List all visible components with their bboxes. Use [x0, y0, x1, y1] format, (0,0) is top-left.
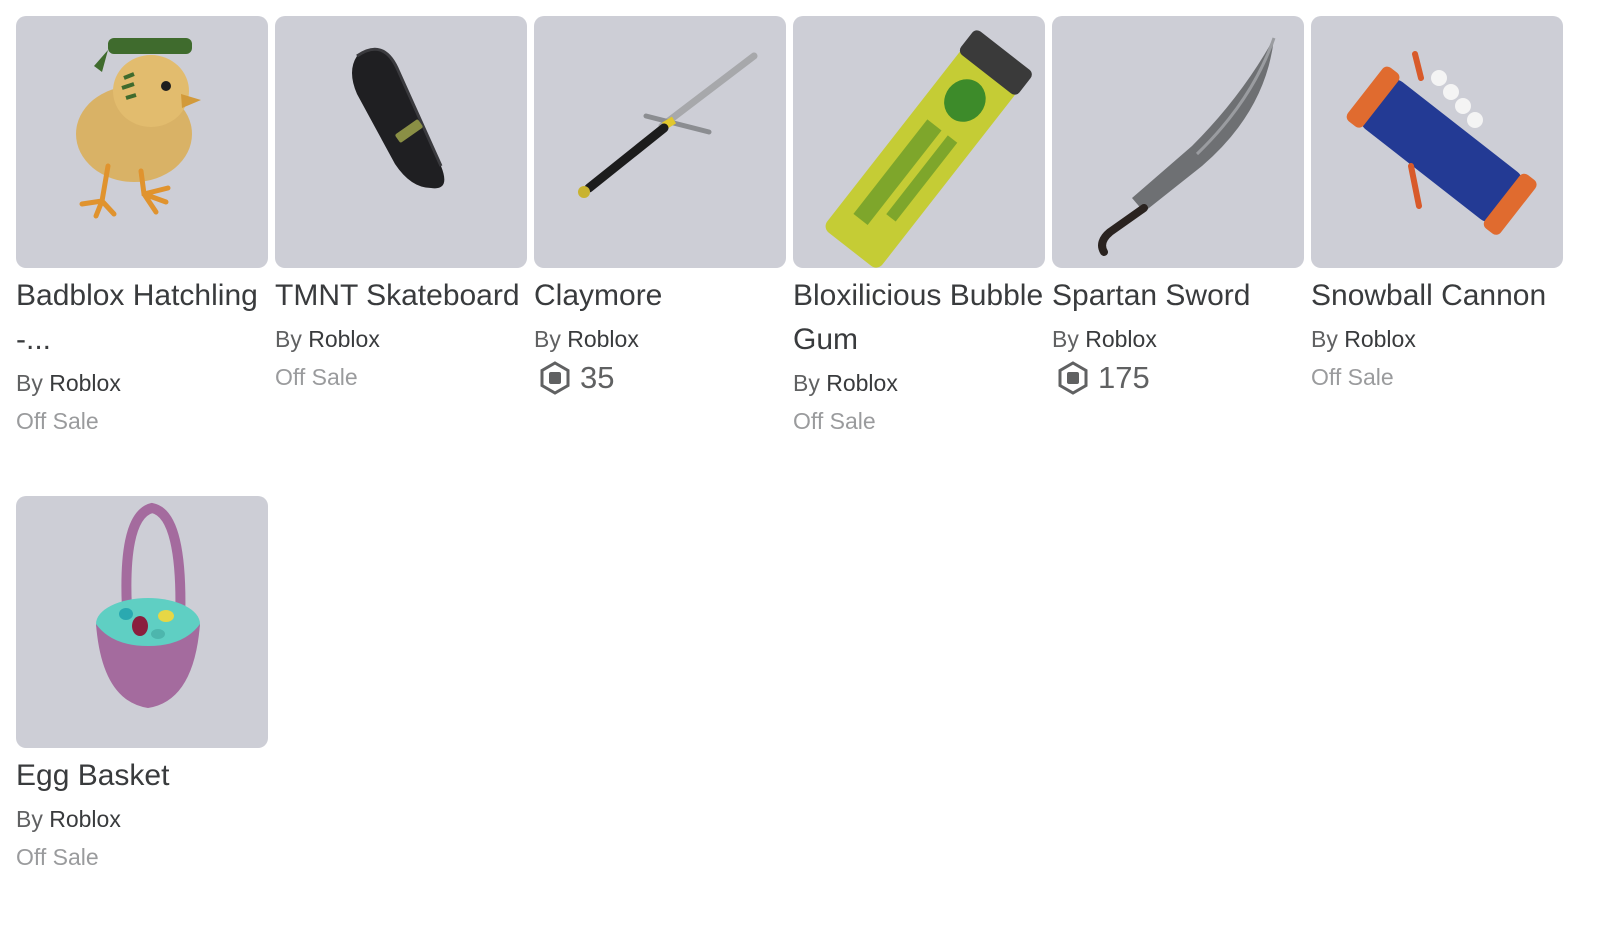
basket-icon	[96, 502, 200, 708]
skateboard-icon	[352, 47, 445, 189]
chick-icon	[76, 38, 201, 219]
creator-link[interactable]: Roblox	[1344, 326, 1416, 352]
item-creator: By Roblox	[275, 326, 380, 352]
item-thumbnail[interactable]	[793, 16, 1045, 268]
bubble-gum-icon	[825, 30, 1032, 268]
item-status: Off Sale	[275, 364, 358, 390]
item-name[interactable]: Badblox Hatchling -...	[16, 274, 268, 362]
item-card-claymore[interactable]: Claymore By Roblox 35	[534, 16, 786, 398]
item-thumbnail[interactable]	[1052, 16, 1304, 268]
creator-link[interactable]: Roblox	[567, 326, 639, 352]
creator-link[interactable]: Roblox	[49, 806, 121, 832]
price-value: 175	[1098, 360, 1150, 395]
robux-icon	[540, 361, 570, 395]
creator-link[interactable]: Roblox	[826, 370, 898, 396]
creator-link[interactable]: Roblox	[1085, 326, 1157, 352]
item-creator: By Roblox	[793, 370, 898, 396]
item-creator: By Roblox	[16, 370, 121, 396]
creator-link[interactable]: Roblox	[308, 326, 380, 352]
machete-icon	[1098, 37, 1276, 256]
item-card-bloxilicious-bubble-gum[interactable]: Bloxilicious Bubble Gum By Roblox Off Sa…	[793, 16, 1045, 440]
item-status: Off Sale	[1311, 364, 1394, 390]
item-name[interactable]: Spartan Sword	[1052, 274, 1304, 318]
item-status: Off Sale	[16, 844, 99, 870]
item-status: Off Sale	[16, 408, 99, 434]
item-thumbnail[interactable]	[275, 16, 527, 268]
item-thumbnail[interactable]	[16, 16, 268, 268]
price-value: 35	[580, 360, 615, 395]
creator-link[interactable]: Roblox	[49, 370, 121, 396]
item-price: 175	[1052, 358, 1304, 398]
item-name[interactable]: Bloxilicious Bubble Gum	[793, 274, 1045, 362]
item-thumbnail[interactable]	[16, 496, 268, 748]
item-card-tmnt-skateboard[interactable]: TMNT Skateboard By Roblox Off Sale	[275, 16, 527, 396]
item-card-spartan-sword[interactable]: Spartan Sword By Roblox 175	[1052, 16, 1304, 398]
item-creator: By Roblox	[534, 326, 639, 352]
item-name[interactable]: Snowball Cannon	[1311, 274, 1563, 318]
item-status: Off Sale	[793, 408, 876, 434]
item-name[interactable]: TMNT Skateboard	[275, 274, 527, 318]
item-card-badblox-hatchling[interactable]: Badblox Hatchling -... By Roblox Off Sal…	[16, 16, 268, 440]
cannon-icon	[1346, 51, 1537, 235]
item-name[interactable]: Claymore	[534, 274, 786, 318]
item-thumbnail[interactable]	[534, 16, 786, 268]
item-card-snowball-cannon[interactable]: Snowball Cannon By Roblox Off Sale	[1311, 16, 1563, 396]
item-name[interactable]: Egg Basket	[16, 754, 268, 798]
item-card-egg-basket[interactable]: Egg Basket By Roblox Off Sale	[16, 496, 268, 876]
item-creator: By Roblox	[16, 806, 121, 832]
item-creator: By Roblox	[1311, 326, 1416, 352]
item-creator: By Roblox	[1052, 326, 1157, 352]
sword-icon	[578, 52, 758, 198]
item-price: 35	[534, 358, 786, 398]
robux-icon	[1058, 361, 1088, 395]
item-thumbnail[interactable]	[1311, 16, 1563, 268]
